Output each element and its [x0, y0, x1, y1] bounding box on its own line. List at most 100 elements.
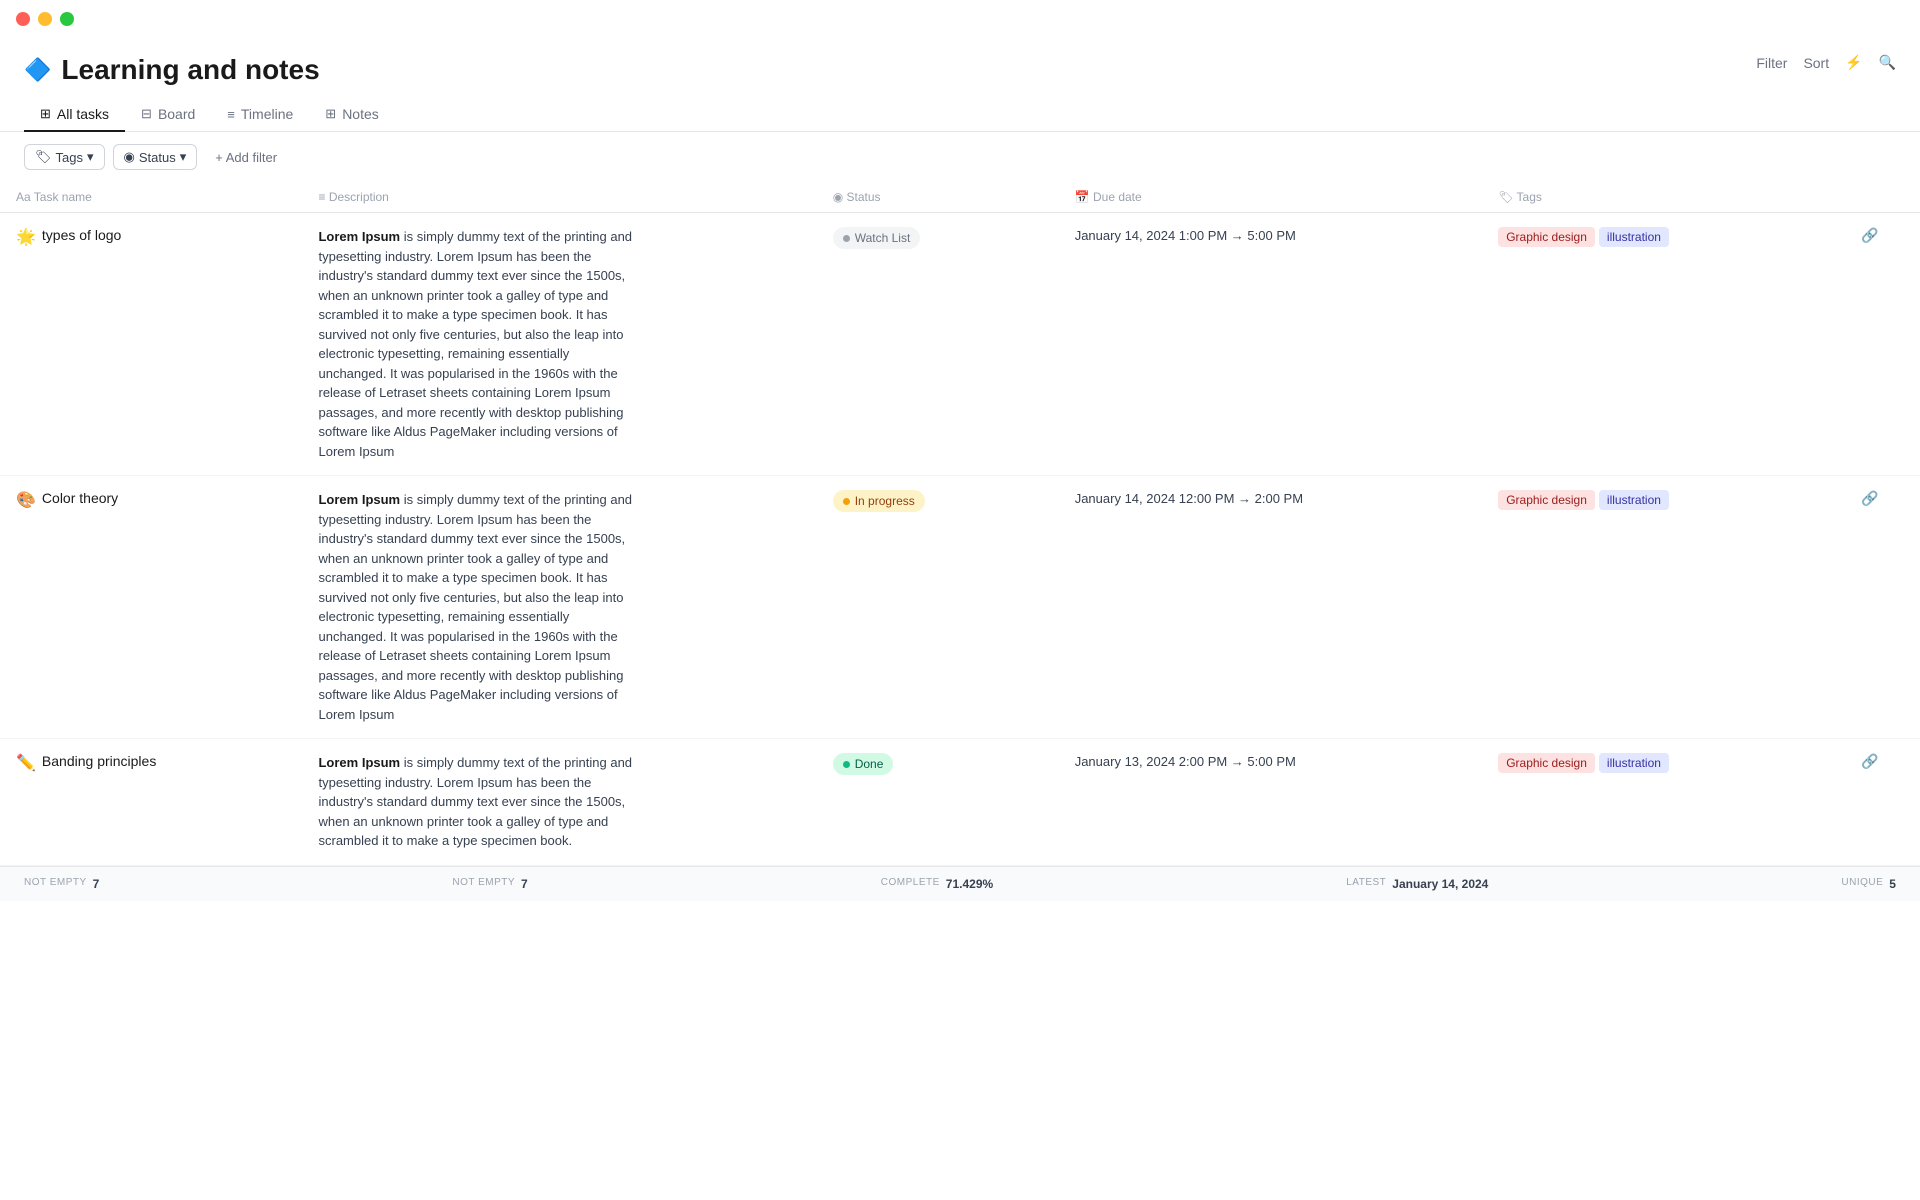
- tags-filter-icon: 🏷: [35, 149, 52, 165]
- tab-timeline-label: Timeline: [241, 106, 293, 122]
- app-logo-icon: 🔷: [24, 57, 51, 83]
- task-name-row1: 🌟 types of logo: [16, 227, 286, 247]
- table-row: 🌟 types of logo Lorem Ipsum is simply du…: [0, 213, 1920, 476]
- footer-latest-value: January 14, 2024: [1392, 877, 1488, 891]
- maximize-button[interactable]: [60, 12, 74, 26]
- filter-button[interactable]: Filter: [1756, 55, 1787, 71]
- task-name-row3: ✏️ Banding principles: [16, 753, 286, 773]
- status-dot-row2: [843, 498, 850, 505]
- footer-stat-unique: UNIQUE 5: [1841, 877, 1896, 891]
- close-button[interactable]: [16, 12, 30, 26]
- description-row3: Lorem Ipsum is simply dummy text of the …: [318, 753, 638, 851]
- tab-timeline[interactable]: ≡ Timeline: [211, 98, 309, 132]
- due-date-cell-row1: January 14, 2024 1:00 PM → 5:00 PM: [1059, 213, 1482, 476]
- tasks-table: Aa Task name ≡ Description ◉ Status 📅 Du…: [0, 182, 1920, 866]
- status-badge-row1: Watch List: [833, 227, 921, 249]
- minimize-button[interactable]: [38, 12, 52, 26]
- footer-stat-latest: LATEST January 14, 2024: [1346, 877, 1488, 891]
- tasks-table-wrapper: Aa Task name ≡ Description ◉ Status 📅 Du…: [0, 182, 1920, 866]
- footer-stat-not-empty-1: NOT EMPTY 7: [24, 877, 99, 891]
- table-header: Aa Task name ≡ Description ◉ Status 📅 Du…: [0, 182, 1920, 213]
- tab-all-tasks-label: All tasks: [57, 106, 109, 122]
- tab-notes[interactable]: ⊞ Notes: [309, 98, 394, 132]
- tags-row1: Graphic design illustration: [1498, 227, 1829, 247]
- due-date-row1: January 14, 2024 1:00 PM → 5:00 PM: [1075, 228, 1296, 243]
- tag-graphic-row1: Graphic design: [1498, 227, 1595, 247]
- col-header-due-date: 📅 Due date: [1059, 182, 1482, 213]
- tag-graphic-row2: Graphic design: [1498, 490, 1595, 510]
- status-filter-chevron: ▾: [180, 149, 187, 165]
- col-header-task-name: Aa Task name: [0, 182, 302, 213]
- desc-rest-row2: is simply dummy text of the printing and…: [318, 492, 632, 722]
- tag-illustration-row2: illustration: [1599, 490, 1669, 510]
- due-date-row2: January 14, 2024 12:00 PM → 2:00 PM: [1075, 491, 1303, 506]
- description-cell-row1: Lorem Ipsum is simply dummy text of the …: [302, 213, 816, 476]
- task-name-cell: 🌟 types of logo: [0, 213, 302, 476]
- table-footer: NOT EMPTY 7 NOT EMPTY 7 COMPLETE 71.429%…: [0, 866, 1920, 901]
- tag-illustration-row3: illustration: [1599, 753, 1669, 773]
- status-dot-row3: [843, 761, 850, 768]
- col-header-link: [1845, 182, 1920, 213]
- app-title-area: 🔷 Learning and notes: [24, 54, 320, 86]
- footer-stat-complete: COMPLETE 71.429%: [881, 877, 993, 891]
- col-header-description: ≡ Description: [302, 182, 816, 213]
- task-emoji-row3: ✏️: [16, 753, 36, 773]
- footer-stat-not-empty-2: NOT EMPTY 7: [452, 877, 527, 891]
- col-task-icon: Aa: [16, 190, 34, 204]
- window-chrome: [0, 0, 1920, 38]
- footer-not-empty-value-2: 7: [521, 877, 528, 891]
- table-row: 🎨 Color theory Lorem Ipsum is simply dum…: [0, 476, 1920, 739]
- tags-row2: Graphic design illustration: [1498, 490, 1829, 510]
- search-icon[interactable]: 🔍: [1879, 54, 1896, 71]
- app-header: 🔷 Learning and notes Filter Sort ⚡ 🔍: [0, 38, 1920, 98]
- status-badge-row2: In progress: [833, 490, 925, 512]
- footer-unique-value: 5: [1889, 877, 1896, 891]
- sort-button[interactable]: Sort: [1803, 55, 1829, 71]
- desc-rest-row1: is simply dummy text of the printing and…: [318, 229, 632, 459]
- tags-cell-row2: Graphic design illustration: [1482, 476, 1845, 739]
- link-icon-row2: 🔗: [1861, 490, 1878, 506]
- tab-timeline-icon: ≡: [227, 107, 235, 122]
- status-cell-row3: Done: [817, 739, 1059, 866]
- page-title: Learning and notes: [61, 54, 319, 86]
- tab-all-tasks[interactable]: ⊞ All tasks: [24, 98, 125, 132]
- desc-bold-row1: Lorem Ipsum: [318, 229, 400, 244]
- col-status-icon: ◉: [833, 190, 847, 204]
- tab-notes-label: Notes: [342, 106, 379, 122]
- link-icon-row3: 🔗: [1861, 753, 1878, 769]
- status-label-row2: In progress: [855, 494, 915, 508]
- description-cell-row2: Lorem Ipsum is simply dummy text of the …: [302, 476, 816, 739]
- tag-graphic-row3: Graphic design: [1498, 753, 1595, 773]
- header-actions: Filter Sort ⚡ 🔍: [1756, 54, 1896, 71]
- tags-row3: Graphic design illustration: [1498, 753, 1829, 773]
- tab-notes-icon: ⊞: [325, 106, 336, 122]
- bolt-icon[interactable]: ⚡: [1845, 54, 1862, 71]
- footer-not-empty-label-1: NOT EMPTY: [24, 877, 87, 891]
- table-row: ✏️ Banding principles Lorem Ipsum is sim…: [0, 739, 1920, 866]
- tabs-container: ⊞ All tasks ⊟ Board ≡ Timeline ⊞ Notes: [0, 98, 1920, 132]
- filter-bar: 🏷 Tags ▾ ◉ Status ▾ + Add filter: [0, 132, 1920, 182]
- due-date-cell-row3: January 13, 2024 2:00 PM → 5:00 PM: [1059, 739, 1482, 866]
- task-name-row2: 🎨 Color theory: [16, 490, 286, 510]
- tags-filter-label: Tags: [56, 150, 83, 165]
- add-filter-button[interactable]: + Add filter: [205, 146, 287, 169]
- tab-board[interactable]: ⊟ Board: [125, 98, 211, 132]
- tab-all-tasks-icon: ⊞: [40, 106, 51, 122]
- description-cell-row3: Lorem Ipsum is simply dummy text of the …: [302, 739, 816, 866]
- tags-filter[interactable]: 🏷 Tags ▾: [24, 144, 105, 170]
- status-dot-row1: [843, 235, 850, 242]
- task-label-row2: Color theory: [42, 490, 118, 506]
- task-emoji-row1: 🌟: [16, 227, 36, 247]
- status-filter[interactable]: ◉ Status ▾: [113, 144, 198, 170]
- task-label-row1: types of logo: [42, 227, 121, 243]
- footer-latest-label: LATEST: [1346, 877, 1386, 891]
- tag-illustration-row1: illustration: [1599, 227, 1669, 247]
- col-tags-icon: 🏷: [1498, 190, 1516, 204]
- table-body: 🌟 types of logo Lorem Ipsum is simply du…: [0, 213, 1920, 866]
- col-header-status: ◉ Status: [817, 182, 1059, 213]
- tab-board-label: Board: [158, 106, 195, 122]
- description-row1: Lorem Ipsum is simply dummy text of the …: [318, 227, 638, 461]
- footer-unique-label: UNIQUE: [1841, 877, 1883, 891]
- footer-not-empty-label-2: NOT EMPTY: [452, 877, 515, 891]
- link-cell-row2: 🔗: [1845, 476, 1920, 739]
